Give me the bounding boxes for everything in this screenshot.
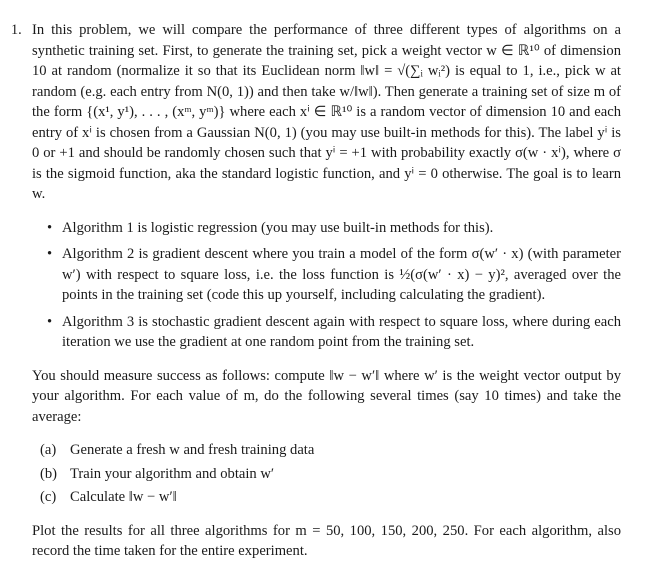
- step-label: (b): [40, 465, 58, 482]
- problem-body: In this problem, we will compare the per…: [32, 20, 621, 562]
- algorithm-item-1: • Algorithm 1 is logistic regression (yo…: [47, 218, 621, 239]
- bullet-icon: •: [47, 219, 53, 236]
- problem-1: 1. In this problem, we will compare the …: [11, 20, 621, 562]
- steps-list: (a) Generate a fresh w and fresh training…: [32, 440, 621, 508]
- intro-paragraph: In this problem, we will compare the per…: [32, 22, 621, 202]
- bullet-icon: •: [47, 313, 53, 330]
- step-item-b: (b) Train your algorithm and obtain w′: [40, 464, 621, 485]
- step-label: (c): [40, 489, 57, 505]
- step-item-c: (c) Calculate ‖w − w′‖: [40, 487, 621, 508]
- algorithm-text: Algorithm 2 is gradient descent where yo…: [62, 246, 621, 303]
- step-label: (a): [40, 442, 57, 458]
- algorithm-text: Algorithm 3 is stochastic gradient desce…: [62, 313, 621, 351]
- problem-number: 1.: [11, 22, 22, 38]
- algorithm-item-3: • Algorithm 3 is stochastic gradient des…: [47, 312, 621, 353]
- algorithm-item-2: • Algorithm 2 is gradient descent where …: [47, 244, 621, 306]
- step-text: Train your algorithm and obtain w′: [70, 465, 275, 482]
- algorithm-list: • Algorithm 1 is logistic regression (yo…: [32, 218, 621, 353]
- step-item-a: (a) Generate a fresh w and fresh training…: [40, 440, 621, 461]
- measure-paragraph: You should measure success as follows: c…: [32, 367, 621, 425]
- step-text: Generate a fresh w and fresh training da…: [70, 442, 315, 458]
- step-text: Calculate ‖w − w′‖: [70, 489, 177, 505]
- algorithm-text: Algorithm 1 is logistic regression (you …: [62, 219, 494, 236]
- bullet-icon: •: [47, 246, 53, 262]
- conclusion-paragraph: Plot the results for all three algorithm…: [32, 522, 621, 560]
- document-page: 1. In this problem, we will compare the …: [0, 0, 651, 559]
